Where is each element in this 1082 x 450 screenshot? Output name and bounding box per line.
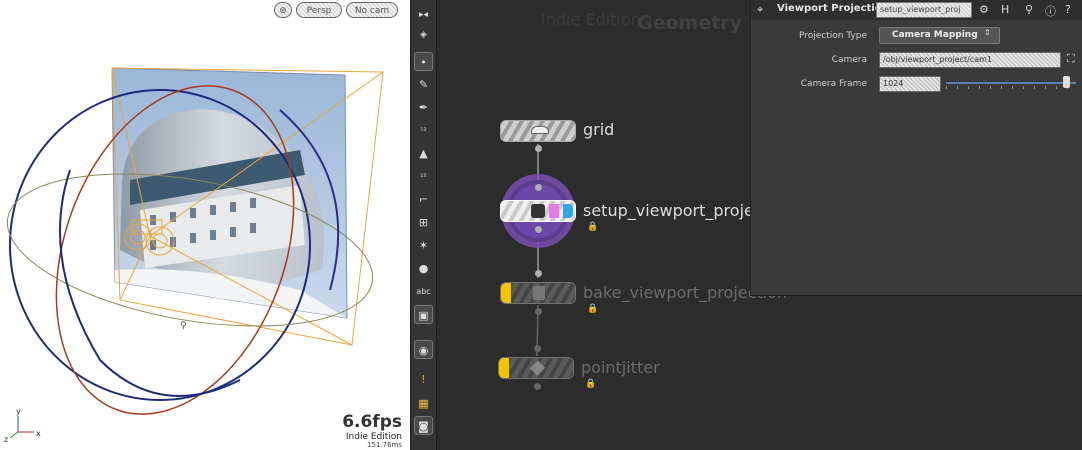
- axis-z-label: z: [4, 435, 8, 444]
- scene-viewport[interactable]: ⚲ y z x ⊛ Persp No cam 6.6fps Indie Edit…: [0, 0, 410, 450]
- node-grid[interactable]: [500, 120, 576, 142]
- bake-output-dot[interactable]: [535, 308, 542, 315]
- pane-menu-icon[interactable]: ◈: [414, 26, 433, 45]
- snap-tool-icon[interactable]: ✶: [414, 236, 433, 255]
- camera-select-button[interactable]: No cam: [346, 2, 398, 18]
- projection-type-label: Projection Type: [798, 31, 867, 41]
- node-setup-viewport-projection[interactable]: [500, 200, 576, 222]
- slider-handle[interactable]: [1063, 76, 1070, 88]
- chevron-updown-icon[interactable]: ⇕: [984, 28, 991, 37]
- camera-frame-slider[interactable]: [946, 82, 1076, 84]
- capture-tool-icon[interactable]: ◙: [414, 416, 433, 435]
- parameter-header: ⌖ Viewport Projection setup_viewport_pro…: [751, 0, 1082, 20]
- grid-output-dot[interactable]: [535, 145, 542, 152]
- camera-label: Camera: [831, 55, 867, 65]
- node-pointjitter[interactable]: [498, 357, 574, 379]
- scene-canvas[interactable]: ⚲ y z x: [0, 0, 410, 450]
- lock-icon: 🔒: [587, 304, 599, 314]
- node-grid-label[interactable]: grid: [583, 120, 614, 139]
- grid-tool-icon[interactable]: ⊞: [414, 213, 433, 232]
- ruler-tool-icon[interactable]: ⌐: [414, 190, 433, 209]
- axis-x-label: x: [36, 429, 41, 438]
- node-setup-label[interactable]: setup_viewport_project: [583, 201, 769, 220]
- hscript-icon[interactable]: H: [1001, 3, 1009, 16]
- display-options-button[interactable]: ⊛: [274, 2, 292, 18]
- node-bake-viewport-projection[interactable]: [500, 282, 576, 304]
- layout-tool-icon[interactable]: ▦: [414, 394, 433, 413]
- warning-tool-icon[interactable]: !: [414, 370, 433, 389]
- projection-plane: [111, 67, 348, 319]
- svg-text:⚲: ⚲: [180, 321, 187, 331]
- bake-input-dot[interactable]: [535, 270, 542, 277]
- node-chooser-icon[interactable]: ⛶: [1067, 52, 1075, 66]
- parameter-pane: ⌖ Viewport Projection setup_viewport_pro…: [750, 0, 1082, 296]
- setup-output-dot[interactable]: [535, 226, 542, 233]
- jitter-input-dot[interactable]: [534, 345, 541, 352]
- camera-path-field[interactable]: /obj/viewport_project/cam1: [879, 52, 1061, 68]
- persp-view-button[interactable]: Persp: [296, 2, 342, 18]
- number2-tool-icon[interactable]: ¹²: [414, 167, 433, 186]
- grid-node-icon: [531, 126, 549, 134]
- axis-y-label: y: [16, 407, 21, 416]
- operator-type-icon: ⌖: [757, 3, 764, 16]
- lock-icon: 🔒: [585, 379, 597, 389]
- pane-arrows-icon[interactable]: ▸◂: [414, 6, 433, 25]
- number-tool-icon[interactable]: ¹²: [414, 121, 433, 140]
- sphere-tool-icon[interactable]: ●: [414, 259, 433, 278]
- camera-frame-label: Camera Frame: [800, 79, 867, 89]
- search-icon[interactable]: ⚲: [1025, 3, 1033, 16]
- bypass-flag: [501, 283, 511, 303]
- jitter-output-dot[interactable]: [534, 383, 541, 390]
- frame-time-readout: 151.76ms: [367, 441, 402, 449]
- node-pointjitter-label[interactable]: pointjitter: [581, 358, 660, 377]
- bypass-flag: [499, 358, 509, 378]
- projection-type-menu[interactable]: Camera Mapping: [879, 27, 1000, 44]
- pin-tool-icon[interactable]: ◉: [414, 340, 433, 359]
- bake-node-icon: [533, 286, 545, 300]
- help-icon[interactable]: ⓘ: [1045, 3, 1056, 19]
- paint-tool-icon[interactable]: ▲: [414, 144, 433, 163]
- question-icon[interactable]: ?: [1065, 3, 1071, 16]
- camera-frame-field[interactable]: 1024: [879, 76, 941, 92]
- fps-readout: 6.6fps: [342, 412, 402, 432]
- gear-icon[interactable]: ⚙: [979, 3, 989, 16]
- node-name-field[interactable]: setup_viewport_proj: [876, 2, 972, 18]
- setup-input-dot[interactable]: [535, 184, 542, 191]
- axis-gizmo: [9, 416, 34, 439]
- slider-ticks: [946, 86, 1076, 89]
- template-flag: [549, 204, 559, 218]
- text-tool-icon[interactable]: abc: [414, 282, 433, 301]
- brush-tool-icon[interactable]: ✎: [414, 75, 433, 94]
- lock-icon: 🔒: [587, 222, 599, 232]
- cube-node-icon: [529, 360, 546, 376]
- display-flag: [563, 204, 573, 218]
- pen-tool-icon[interactable]: ✒: [414, 98, 433, 117]
- select-tool-icon[interactable]: •: [414, 52, 433, 71]
- viewport-toolbar: ▸◂ ◈ • ✎ ✒ ¹² ▲ ¹² ⌐ ⊞ ✶ ● abc ▣ ◉ ! ▦ ◙: [410, 0, 437, 450]
- flipbook-tool-icon[interactable]: ▣: [414, 305, 433, 324]
- operator-type-title: Viewport Projection: [777, 3, 889, 14]
- camera-node-icon: [531, 204, 545, 218]
